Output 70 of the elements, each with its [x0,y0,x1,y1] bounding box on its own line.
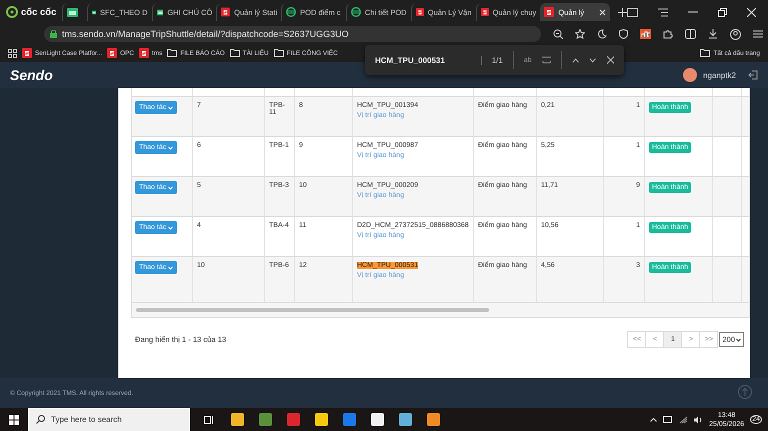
star-icon[interactable] [575,29,585,39]
folder-app-icon[interactable] [230,413,244,426]
app-icon[interactable] [426,413,440,426]
puzzle-icon[interactable] [663,29,673,39]
user-name[interactable]: nganptk2 [703,70,736,80]
caret-icon[interactable] [650,418,658,422]
zoom-out-icon[interactable] [553,29,563,39]
logout-icon[interactable] [748,70,758,80]
sheet-icon [66,8,78,16]
site-icon [221,7,230,17]
notes-app-icon[interactable] [314,413,328,426]
caret-icon [168,146,174,150]
browser-app-icon[interactable] [370,413,384,426]
shield-icon[interactable] [619,29,628,39]
site-icon [22,48,32,58]
extension-icon[interactable] [640,29,651,39]
find-input[interactable]: HCM_TPU_000531 [375,56,482,64]
app-logo[interactable]: Sendo [10,67,53,83]
folder-icon [274,49,284,57]
close-icon[interactable] [747,8,756,16]
next-icon[interactable] [589,58,597,62]
whole-word-icon[interactable] [542,56,551,64]
caret-icon [168,106,174,110]
site-icon [107,48,118,58]
task-view-icon[interactable] [204,414,214,424]
folder-icon [167,49,178,57]
restore-icon[interactable] [718,8,728,16]
download-icon[interactable] [708,29,718,39]
chat-app-icon[interactable] [342,413,356,426]
site-icon [139,48,150,58]
browser-logo[interactable]: cốc cốc [6,6,62,18]
close-icon[interactable] [599,8,606,16]
scrollbar-thumb[interactable] [136,308,489,312]
new-tab-icon[interactable] [618,8,628,16]
menu-icon[interactable] [753,30,763,38]
previous-icon[interactable] [572,58,580,62]
folder-icon [700,49,710,57]
sheet-icon [156,8,164,16]
moon-icon[interactable] [597,29,607,39]
search-icon [36,415,45,424]
folder-icon [230,49,240,57]
site-icon [480,7,489,17]
office-app-icon[interactable] [286,413,300,426]
close-icon[interactable] [606,56,614,64]
taskbar-search[interactable]: Type here to search [28,408,190,431]
list-icon[interactable] [658,8,668,16]
avatar[interactable] [683,68,698,82]
site-icon [416,7,424,17]
globe-icon [350,7,361,17]
speaker-icon[interactable] [694,416,704,424]
site-icon [544,7,554,17]
wifi-icon[interactable] [679,416,688,424]
caret-icon [168,186,174,190]
apps-icon[interactable] [8,48,17,58]
battery-icon[interactable] [663,416,674,423]
screenshot-icon[interactable] [627,8,638,16]
globe-icon [286,7,296,17]
split-view-icon[interactable] [685,29,696,39]
match-count: 1/1 [492,56,503,64]
lock-icon [50,30,57,38]
address-bar[interactable]: tms.sendo.vn/ManageTripShuttle/detail/?dispatchcode=S2637UGG3UO [44,26,541,42]
caret-icon [736,338,741,342]
sheet-icon [92,8,96,16]
windows-start-icon[interactable] [9,414,19,424]
logo-icon [6,6,18,18]
minimize-icon[interactable] [688,11,698,13]
caret-icon [168,266,174,270]
document-app-icon[interactable] [398,413,412,426]
profile-icon[interactable] [730,28,741,40]
caret-icon [168,226,174,230]
